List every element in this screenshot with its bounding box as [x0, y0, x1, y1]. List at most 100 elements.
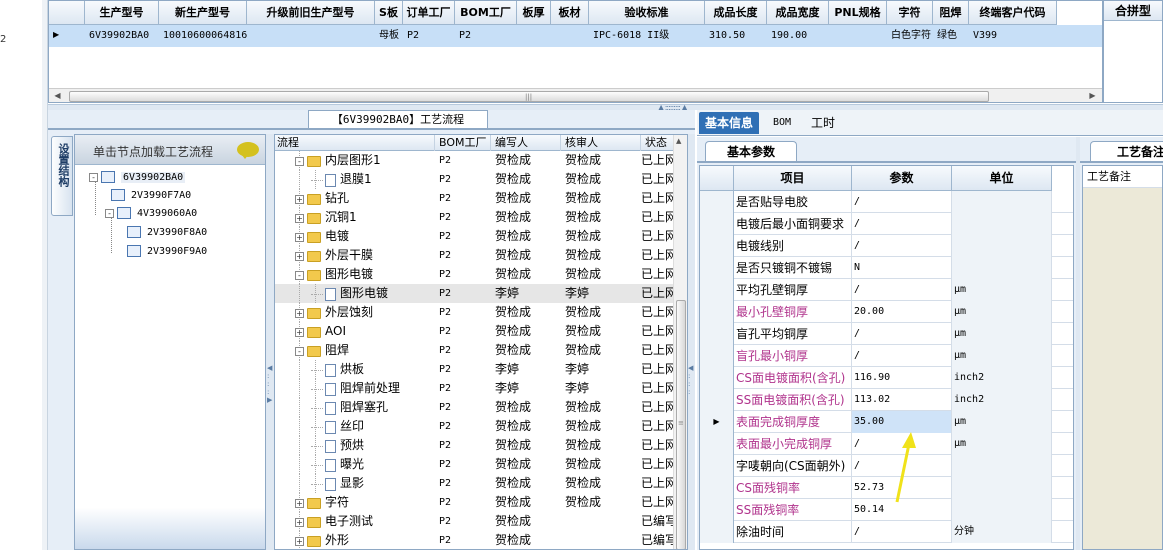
flow-node[interactable]: + 外层蚀刻	[295, 303, 435, 322]
param-value-cell[interactable]: /	[852, 235, 952, 257]
expand-toggle-icon[interactable]: +	[295, 213, 304, 223]
flow-node[interactable]: 预烘	[311, 436, 435, 455]
table-row[interactable]: 电镀线别 /	[700, 235, 1073, 257]
scroll-thumb[interactable]: |||	[69, 91, 989, 102]
structure-vertical-tab[interactable]: 设置结构	[51, 136, 73, 216]
list-item[interactable]: 阻焊塞孔 P2 贺检成 贺检成 已上网	[275, 398, 685, 417]
load-flow-hint[interactable]: 单击节点加载工艺流程	[75, 135, 265, 165]
flow-right-splitter[interactable]: ◀:::	[688, 134, 695, 550]
tab-basic-params[interactable]: 基本参数	[705, 141, 797, 161]
list-item[interactable]: - 阻焊 P2 贺检成 贺检成 已上网	[275, 341, 685, 360]
expand-toggle-icon[interactable]: -	[105, 208, 114, 218]
list-item[interactable]: + 电子测试 P2 贺检成 已编写	[275, 512, 685, 531]
list-item[interactable]: 退膜1 P2 贺检成 贺检成 已上网	[275, 170, 685, 189]
list-item[interactable]: 丝印 P2 贺检成 贺检成 已上网	[275, 417, 685, 436]
flow-column-header-1[interactable]: BOM工厂	[435, 135, 491, 151]
list-item[interactable]: + 外层蚀刻 P2 贺检成 贺检成 已上网	[275, 303, 685, 322]
table-row[interactable]: 是否贴导电胶 /	[700, 191, 1073, 213]
remarks-box[interactable]: 工艺备注	[1082, 165, 1163, 550]
param-value-cell[interactable]: 113.02	[852, 389, 952, 411]
flow-splitter[interactable]: ◀::: ▶	[266, 134, 274, 550]
flow-node[interactable]: 阻焊塞孔	[311, 398, 435, 417]
expand-toggle-icon[interactable]: +	[295, 498, 304, 508]
param-value-cell[interactable]: N	[852, 257, 952, 279]
flow-scroll-thumb[interactable]: ≡	[676, 300, 686, 549]
flow-node[interactable]: 退膜1	[311, 170, 435, 189]
list-item[interactable]: + 字符 P2 贺检成 贺检成 已上网	[275, 493, 685, 512]
structure-node[interactable]: 2V3990F8A0	[127, 224, 207, 242]
scroll-left-button[interactable]: ◀	[51, 90, 64, 102]
expand-toggle-icon[interactable]: +	[295, 327, 304, 337]
table-row[interactable]: 盲孔平均铜厚 / μm	[700, 323, 1073, 345]
flow-node[interactable]: + 电子测试	[295, 512, 435, 531]
expand-toggle-icon[interactable]: +	[295, 194, 304, 204]
flow-node[interactable]: + 外层干膜	[295, 246, 435, 265]
table-row[interactable]: ▶ 6V39902BA0 10010600064816 母板 P2 P2 IPC-6018 …	[49, 1, 1102, 47]
flow-node[interactable]: 显影	[311, 474, 435, 493]
flow-node[interactable]: 烘板	[311, 360, 435, 379]
expand-toggle-icon[interactable]: +	[295, 536, 304, 546]
expand-toggle-icon[interactable]: +	[295, 308, 304, 318]
expand-toggle-icon[interactable]: -	[89, 172, 98, 182]
flow-node[interactable]: + AOI	[295, 322, 435, 341]
expand-toggle-icon[interactable]: -	[295, 270, 304, 280]
param-value-cell[interactable]: 20.00	[852, 301, 952, 323]
tab-basic-info[interactable]: 基本信息	[699, 112, 760, 134]
list-item[interactable]: 曝光 P2 贺检成 贺检成 已上网	[275, 455, 685, 474]
flow-node[interactable]: + 字符	[295, 493, 435, 512]
table-row[interactable]: SS面电镀面积(含孔) 113.02 inch2	[700, 389, 1073, 411]
list-item[interactable]: + 外形 P2 贺检成 已编写	[275, 531, 685, 549]
flow-node[interactable]: - 阻焊	[295, 341, 435, 360]
params-column-header-2[interactable]: 单位	[952, 166, 1052, 191]
list-item[interactable]: + 沉铜1 P2 贺检成 贺检成 已上网	[275, 208, 685, 227]
flow-node[interactable]: - 图形电镀	[295, 265, 435, 284]
structure-node[interactable]: - 6V39902BA0	[89, 169, 186, 187]
table-row[interactable]: 电镀后最小面铜要求 /	[700, 213, 1073, 235]
flow-node[interactable]: + 钻孔	[295, 189, 435, 208]
param-value-cell[interactable]: /	[852, 323, 952, 345]
param-value-cell[interactable]: /	[852, 521, 952, 543]
structure-node[interactable]: - 4V399060A0	[105, 205, 197, 223]
flow-vertical-scrollbar[interactable]: ▲ ≡	[673, 135, 687, 549]
param-value-cell[interactable]: /	[852, 279, 952, 301]
tab-bom[interactable]: BOM	[767, 112, 797, 134]
list-item[interactable]: + 钻孔 P2 贺检成 贺检成 已上网	[275, 189, 685, 208]
table-row[interactable]: 平均孔壁铜厚 / μm	[700, 279, 1073, 301]
flow-node[interactable]: 图形电镀	[311, 284, 435, 303]
param-value-cell[interactable]: /	[852, 213, 952, 235]
table-row[interactable]: 是否只镀铜不镀锡 N	[700, 257, 1073, 279]
flow-node[interactable]: 曝光	[311, 455, 435, 474]
list-item[interactable]: - 内层图形1 P2 贺检成 贺检成 已上网	[275, 151, 685, 170]
params-column-header-0[interactable]: 项目	[734, 166, 852, 191]
flow-node[interactable]: 丝印	[311, 417, 435, 436]
tab-work-hours[interactable]: 工时	[805, 112, 841, 134]
list-item[interactable]: 图形电镀 P2 李婷 李婷 已上网	[275, 284, 685, 303]
flow-node[interactable]: + 电镀	[295, 227, 435, 246]
list-item[interactable]: + AOI P2 贺检成 贺检成 已上网	[275, 322, 685, 341]
param-value-cell[interactable]: /	[852, 191, 952, 213]
expand-toggle-icon[interactable]: -	[295, 156, 304, 166]
flow-node[interactable]: - 内层图形1	[295, 151, 435, 170]
list-item[interactable]: 阻焊前处理 P2 李婷 李婷 已上网	[275, 379, 685, 398]
list-item[interactable]: 预烘 P2 贺检成 贺检成 已上网	[275, 436, 685, 455]
flow-column-header-0[interactable]: 流程	[275, 135, 435, 151]
flow-column-header-3[interactable]: 核审人	[561, 135, 641, 151]
param-value-cell[interactable]: /	[852, 345, 952, 367]
list-item[interactable]: + 外层干膜 P2 贺检成 贺检成 已上网	[275, 246, 685, 265]
tab-remarks[interactable]: 工艺备注	[1090, 141, 1163, 161]
table-row[interactable]: 除油时间 / 分钟	[700, 521, 1073, 543]
params-column-header-1[interactable]: 参数	[852, 166, 952, 191]
flow-node[interactable]: + 沉铜1	[295, 208, 435, 227]
expand-toggle-icon[interactable]: +	[295, 517, 304, 527]
expand-toggle-icon[interactable]: +	[295, 251, 304, 261]
horizontal-scrollbar[interactable]: ◀ ||| ▶	[49, 88, 1102, 102]
table-row[interactable]: 最小孔壁铜厚 20.00 μm	[700, 301, 1073, 323]
flow-node[interactable]: + 外形	[295, 531, 435, 549]
param-value-cell[interactable]: 116.90	[852, 367, 952, 389]
table-row[interactable]: 盲孔最小铜厚 / μm	[700, 345, 1073, 367]
expand-toggle-icon[interactable]: +	[295, 232, 304, 242]
flow-column-header-2[interactable]: 编写人	[491, 135, 561, 151]
expand-toggle-icon[interactable]: -	[295, 346, 304, 356]
table-row[interactable]: CS面电镀面积(含孔) 116.90 inch2	[700, 367, 1073, 389]
structure-node[interactable]: 2V3990F7A0	[111, 187, 191, 205]
